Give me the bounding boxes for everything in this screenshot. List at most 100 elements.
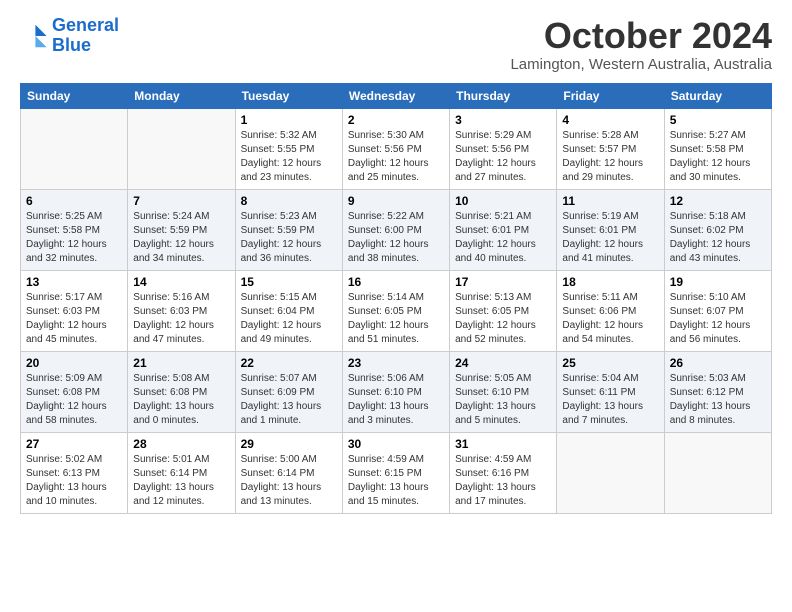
day-info: Sunrise: 5:04 AMSunset: 6:11 PMDaylight:…: [562, 372, 658, 428]
day-number: 17: [455, 275, 551, 289]
calendar-cell: 16 Sunrise: 5:14 AMSunset: 6:05 PMDayligh…: [342, 270, 449, 351]
calendar-cell: 2 Sunrise: 5:30 AMSunset: 5:56 PMDaylight…: [342, 108, 449, 189]
day-number: 25: [562, 356, 658, 370]
day-number: 14: [133, 275, 229, 289]
day-info: Sunrise: 5:03 AMSunset: 6:12 PMDaylight:…: [670, 372, 766, 428]
day-number: 16: [348, 275, 444, 289]
calendar-week-row: 1Sunrise: 5:32 AMSunset: 5:55 PMDaylight…: [21, 108, 772, 189]
day-number: 18: [562, 275, 658, 289]
day-number: 20: [26, 356, 122, 370]
calendar-cell: 11 Sunrise: 5:19 AMSunset: 6:01 PMDayligh…: [557, 189, 664, 270]
day-number: 12: [670, 194, 766, 208]
day-info: Sunrise: 5:28 AMSunset: 5:57 PMDaylight:…: [562, 129, 658, 185]
day-info: Sunrise: 5:05 AMSunset: 6:10 PMDaylight:…: [455, 372, 551, 428]
day-number: 19: [670, 275, 766, 289]
day-number: 3: [455, 113, 551, 127]
day-info: Sunrise: 5:30 AMSunset: 5:56 PMDaylight:…: [348, 129, 444, 185]
calendar-cell: 18Sunrise: 5:11 AMSunset: 6:06 PMDayligh…: [557, 270, 664, 351]
day-info: Sunrise: 5:18 AMSunset: 6:02 PMDaylight:…: [670, 210, 766, 266]
weekday-header: Thursday: [450, 83, 557, 108]
calendar-cell: 4 Sunrise: 5:28 AMSunset: 5:57 PMDaylight…: [557, 108, 664, 189]
day-info: Sunrise: 5:08 AMSunset: 6:08 PMDaylight:…: [133, 372, 229, 428]
calendar-cell: 7Sunrise: 5:24 AMSunset: 5:59 PMDaylight…: [128, 189, 235, 270]
day-number: 11: [562, 194, 658, 208]
calendar-week-row: 13 Sunrise: 5:17 AMSunset: 6:03 PMDayligh…: [21, 270, 772, 351]
day-info: Sunrise: 5:15 AMSunset: 6:04 PMDaylight:…: [241, 291, 337, 347]
day-number: 22: [241, 356, 337, 370]
day-number: 26: [670, 356, 766, 370]
day-info: Sunrise: 5:32 AMSunset: 5:55 PMDaylight:…: [241, 129, 337, 185]
day-number: 24: [455, 356, 551, 370]
calendar-cell: 10 Sunrise: 5:21 AMSunset: 6:01 PMDayligh…: [450, 189, 557, 270]
calendar-cell: 9Sunrise: 5:22 AMSunset: 6:00 PMDaylight…: [342, 189, 449, 270]
day-number: 13: [26, 275, 122, 289]
calendar-cell: 21 Sunrise: 5:08 AMSunset: 6:08 PMDayligh…: [128, 351, 235, 432]
calendar-cell: 6 Sunrise: 5:25 AMSunset: 5:58 PMDaylight…: [21, 189, 128, 270]
day-info: Sunrise: 5:13 AMSunset: 6:05 PMDaylight:…: [455, 291, 551, 347]
calendar-cell: 29 Sunrise: 5:00 AMSunset: 6:14 PMDayligh…: [235, 432, 342, 513]
day-info: Sunrise: 5:00 AMSunset: 6:14 PMDaylight:…: [241, 453, 337, 509]
title-area: October 2024 Lamington, Western Australi…: [510, 16, 772, 73]
day-info: Sunrise: 5:07 AMSunset: 6:09 PMDaylight:…: [241, 372, 337, 428]
calendar-week-row: 6 Sunrise: 5:25 AMSunset: 5:58 PMDaylight…: [21, 189, 772, 270]
day-number: 23: [348, 356, 444, 370]
calendar-cell: 31Sunrise: 4:59 AMSunset: 6:16 PMDayligh…: [450, 432, 557, 513]
month-title: October 2024: [510, 16, 772, 56]
day-number: 10: [455, 194, 551, 208]
calendar-cell: 26 Sunrise: 5:03 AMSunset: 6:12 PMDayligh…: [664, 351, 771, 432]
calendar-cell: 25 Sunrise: 5:04 AMSunset: 6:11 PMDayligh…: [557, 351, 664, 432]
calendar-cell: 14 Sunrise: 5:16 AMSunset: 6:03 PMDayligh…: [128, 270, 235, 351]
day-info: Sunrise: 5:09 AMSunset: 6:08 PMDaylight:…: [26, 372, 122, 428]
calendar-cell: 15 Sunrise: 5:15 AMSunset: 6:04 PMDayligh…: [235, 270, 342, 351]
day-number: 9: [348, 194, 444, 208]
day-info: Sunrise: 5:01 AMSunset: 6:14 PMDaylight:…: [133, 453, 229, 509]
day-number: 27: [26, 437, 122, 451]
calendar-cell: [128, 108, 235, 189]
day-number: 31: [455, 437, 551, 451]
calendar-cell: 24 Sunrise: 5:05 AMSunset: 6:10 PMDayligh…: [450, 351, 557, 432]
day-number: 21: [133, 356, 229, 370]
weekday-header: Monday: [128, 83, 235, 108]
calendar-cell: [557, 432, 664, 513]
calendar-table: SundayMondayTuesdayWednesdayThursdayFrid…: [20, 83, 772, 514]
calendar-cell: 1Sunrise: 5:32 AMSunset: 5:55 PMDaylight…: [235, 108, 342, 189]
day-info: Sunrise: 5:29 AMSunset: 5:56 PMDaylight:…: [455, 129, 551, 185]
calendar-week-row: 27Sunrise: 5:02 AMSunset: 6:13 PMDayligh…: [21, 432, 772, 513]
weekday-header: Saturday: [664, 83, 771, 108]
header: General Blue October 2024 Lamington, Wes…: [20, 16, 772, 73]
calendar-cell: 20 Sunrise: 5:09 AMSunset: 6:08 PMDayligh…: [21, 351, 128, 432]
day-info: Sunrise: 5:21 AMSunset: 6:01 PMDaylight:…: [455, 210, 551, 266]
day-number: 30: [348, 437, 444, 451]
calendar-cell: 27Sunrise: 5:02 AMSunset: 6:13 PMDayligh…: [21, 432, 128, 513]
calendar-header-row: SundayMondayTuesdayWednesdayThursdayFrid…: [21, 83, 772, 108]
day-info: Sunrise: 5:27 AMSunset: 5:58 PMDaylight:…: [670, 129, 766, 185]
weekday-header: Wednesday: [342, 83, 449, 108]
calendar-cell: 3 Sunrise: 5:29 AMSunset: 5:56 PMDaylight…: [450, 108, 557, 189]
day-number: 4: [562, 113, 658, 127]
day-info: Sunrise: 5:19 AMSunset: 6:01 PMDaylight:…: [562, 210, 658, 266]
day-info: Sunrise: 5:06 AMSunset: 6:10 PMDaylight:…: [348, 372, 444, 428]
day-number: 28: [133, 437, 229, 451]
day-info: Sunrise: 5:10 AMSunset: 6:07 PMDaylight:…: [670, 291, 766, 347]
calendar-cell: 28 Sunrise: 5:01 AMSunset: 6:14 PMDayligh…: [128, 432, 235, 513]
logo-icon: [20, 22, 48, 50]
calendar-cell: 19 Sunrise: 5:10 AMSunset: 6:07 PMDayligh…: [664, 270, 771, 351]
day-number: 29: [241, 437, 337, 451]
day-number: 2: [348, 113, 444, 127]
day-info: Sunrise: 5:23 AMSunset: 5:59 PMDaylight:…: [241, 210, 337, 266]
day-info: Sunrise: 5:17 AMSunset: 6:03 PMDaylight:…: [26, 291, 122, 347]
day-info: Sunrise: 5:16 AMSunset: 6:03 PMDaylight:…: [133, 291, 229, 347]
calendar-cell: 22 Sunrise: 5:07 AMSunset: 6:09 PMDayligh…: [235, 351, 342, 432]
day-number: 6: [26, 194, 122, 208]
day-info: Sunrise: 5:14 AMSunset: 6:05 PMDaylight:…: [348, 291, 444, 347]
day-number: 15: [241, 275, 337, 289]
logo-text: General Blue: [52, 16, 119, 56]
calendar-cell: 8Sunrise: 5:23 AMSunset: 5:59 PMDaylight…: [235, 189, 342, 270]
weekday-header: Tuesday: [235, 83, 342, 108]
day-info: Sunrise: 5:25 AMSunset: 5:58 PMDaylight:…: [26, 210, 122, 266]
calendar-cell: 5 Sunrise: 5:27 AMSunset: 5:58 PMDaylight…: [664, 108, 771, 189]
calendar-cell: 12 Sunrise: 5:18 AMSunset: 6:02 PMDayligh…: [664, 189, 771, 270]
calendar-cell: [664, 432, 771, 513]
day-info: Sunrise: 4:59 AMSunset: 6:15 PMDaylight:…: [348, 453, 444, 509]
day-number: 5: [670, 113, 766, 127]
